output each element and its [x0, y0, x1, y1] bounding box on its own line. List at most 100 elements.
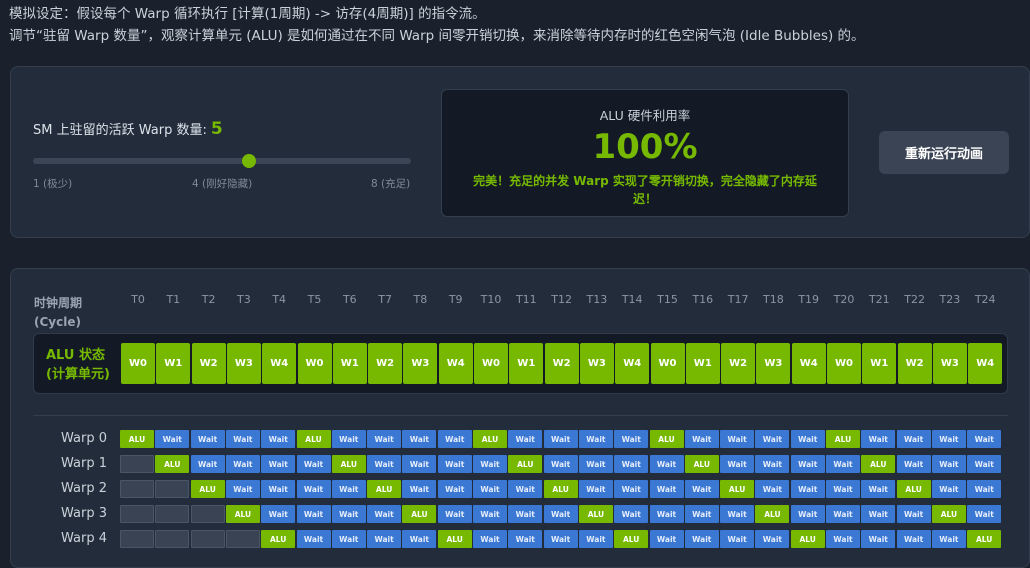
cycle-label: T17: [727, 293, 749, 306]
cycle-label: T11: [515, 293, 537, 306]
wait-cell: Wait: [790, 430, 825, 448]
alu-cell: ALU: [614, 530, 649, 548]
wait-cell: Wait: [296, 505, 331, 523]
wait-cell: Wait: [790, 455, 825, 473]
warp-label: Warp 0: [61, 431, 107, 446]
wait-cell: Wait: [826, 530, 860, 548]
cycle-label: T24: [974, 293, 996, 306]
cycle-label: T1: [166, 293, 181, 306]
cycle-axis-title: 时钟周期 (Cycle): [34, 294, 82, 332]
wait-cell: Wait: [331, 505, 366, 523]
wait-cell: Wait: [437, 455, 472, 473]
alu-state-cell: W1: [862, 343, 897, 384]
cycle-label: T18: [763, 293, 784, 306]
alu-cell: ALU: [261, 530, 296, 548]
idle-cell: [225, 530, 260, 548]
wait-cell: Wait: [967, 455, 1002, 473]
slider-tick-mid: 4 (刚好隐藏): [192, 178, 253, 190]
wait-cell: Wait: [684, 505, 719, 523]
alu-cell: ALU: [967, 530, 1002, 548]
idle-cell: [155, 505, 190, 523]
timeline-panel: 时钟周期 (Cycle) T0 T1 T2 T3 T4 T5 T6 T7 T8 T9 T10 T11 T…: [10, 268, 1030, 568]
wait-cell: Wait: [649, 530, 684, 548]
wait-cell: Wait: [543, 530, 578, 548]
cycle-label: T20: [833, 293, 855, 306]
cycle-label: T22: [904, 293, 925, 306]
alu-cell: ALU: [790, 530, 825, 548]
wait-cell: Wait: [367, 430, 402, 448]
idle-cell: [155, 530, 190, 548]
alu-cell: ALU: [437, 530, 472, 548]
utilization-message: 完美！充足的并发 Warp 实现了零开销切换，完全隐藏了内存延迟！: [473, 174, 817, 206]
rerun-animation-button[interactable]: 重新运行动画: [879, 131, 1009, 174]
wait-cell: Wait: [543, 430, 578, 448]
wait-cell: Wait: [473, 480, 507, 498]
alu-cell: ALU: [190, 480, 225, 498]
wait-cell: Wait: [261, 455, 296, 473]
wait-cell: Wait: [261, 480, 296, 498]
intro-text: 模拟设定：假设每个 Warp 循环执行 [计算(1周期) -> 访存(4周期)]…: [9, 3, 865, 47]
alu-cell: ALU: [225, 505, 260, 523]
wait-cell: Wait: [508, 480, 543, 498]
wait-cell: Wait: [402, 455, 437, 473]
wait-cell: Wait: [614, 480, 649, 498]
alu-cell: ALU: [578, 505, 613, 523]
wait-cell: Wait: [755, 530, 790, 548]
slider-tick-max: 8 (充足): [371, 178, 411, 190]
warp-count-slider[interactable]: [33, 154, 411, 168]
wait-cell: Wait: [508, 430, 543, 448]
cycle-label: T16: [692, 293, 714, 306]
wait-cell: Wait: [296, 530, 331, 548]
alu-state-cell: W2: [721, 343, 756, 384]
wait-cell: Wait: [967, 430, 1002, 448]
cycle-label: T10: [480, 293, 502, 306]
cycle-label: T3: [237, 293, 251, 306]
wait-cell: Wait: [896, 430, 931, 448]
alu-cell: ALU: [402, 505, 437, 523]
idle-cell: [190, 530, 225, 548]
wait-cell: Wait: [473, 505, 507, 523]
wait-cell: Wait: [720, 455, 755, 473]
cycle-label: T21: [868, 293, 890, 306]
cycle-label: T15: [657, 293, 678, 306]
alu-state-cell: W3: [226, 343, 261, 384]
alu-cell: ALU: [120, 430, 154, 448]
alu-state-cell: W1: [156, 343, 191, 384]
wait-cell: Wait: [684, 530, 719, 548]
wait-cell: Wait: [261, 430, 296, 448]
wait-cell: Wait: [896, 505, 931, 523]
cycle-label: T12: [551, 293, 572, 306]
warp-count-label-text: SM 上驻留的活跃 Warp 数量:: [33, 123, 207, 138]
alu-state-cell: W3: [756, 343, 791, 384]
slider-thumb[interactable]: [242, 154, 256, 168]
alu-cell: ALU: [684, 455, 719, 473]
wait-cell: Wait: [896, 455, 931, 473]
cycle-label: T9: [448, 293, 463, 306]
alu-state-label-2: (计算单元): [46, 367, 110, 382]
wait-cell: Wait: [155, 430, 190, 448]
alu-state-cell: W0: [827, 343, 861, 384]
alu-state-cell: W3: [579, 343, 614, 384]
wait-cell: Wait: [720, 530, 755, 548]
alu-state-cell: W0: [650, 343, 685, 384]
control-panel: SM 上驻留的活跃 Warp 数量: 5 1 (极少) 4 (刚好隐藏) 8 (充…: [10, 66, 1030, 238]
warp-count-value: 5: [210, 119, 223, 139]
wait-cell: Wait: [931, 455, 966, 473]
wait-cell: Wait: [967, 505, 1002, 523]
wait-cell: Wait: [720, 505, 755, 523]
wait-cell: Wait: [437, 430, 472, 448]
wait-cell: Wait: [967, 480, 1002, 498]
alu-state-cell: W2: [191, 343, 226, 384]
wait-cell: Wait: [367, 530, 402, 548]
alu-state-cell: W0: [121, 343, 155, 384]
wait-cell: Wait: [543, 505, 578, 523]
wait-cell: Wait: [225, 455, 260, 473]
idle-cell: [155, 480, 190, 498]
wait-cell: Wait: [826, 480, 860, 498]
wait-cell: Wait: [931, 480, 966, 498]
wait-cell: Wait: [402, 430, 437, 448]
alu-cell: ALU: [155, 455, 190, 473]
alu-state-cell: W0: [474, 343, 508, 384]
wait-cell: Wait: [614, 430, 649, 448]
utilization-title: ALU 硬件利用率: [599, 108, 691, 123]
